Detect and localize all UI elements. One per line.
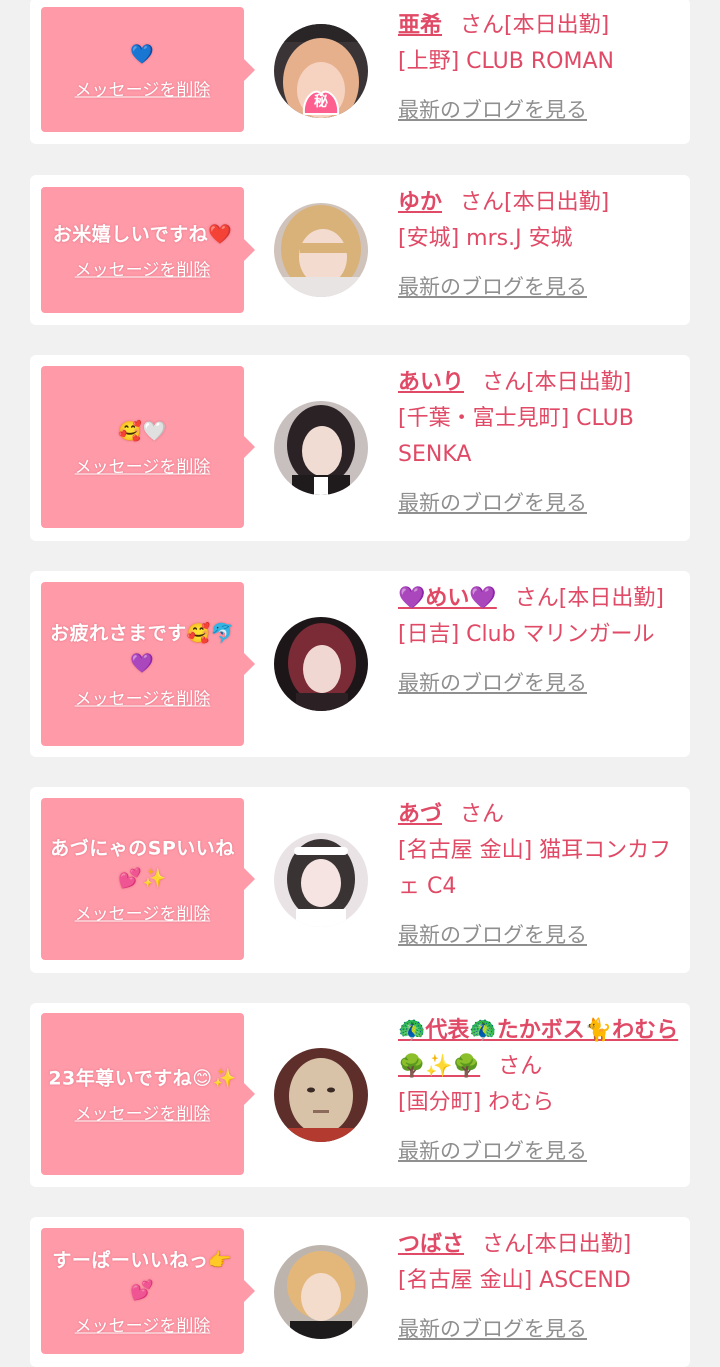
message-card: すーぱーいいねっ👉💕 メッセージを削除 つばさ さん[本日出勤] [名古屋 金山]… xyxy=(30,1217,690,1367)
cast-info: あづ さん [名古屋 金山] 猫耳コンカフェ C4 最新のブログを見る xyxy=(398,797,686,954)
delete-message-link[interactable]: メッセージを削除 xyxy=(75,685,211,710)
cast-name-link[interactable]: 💜めい💜 xyxy=(398,586,497,611)
message-card: 23年尊いですね😊✨ メッセージを削除 🦚代表🦚たかボス🐈わむら🌳✨🌳 さん [国… xyxy=(30,1003,690,1187)
cast-status: さん[本日出勤] xyxy=(460,190,610,215)
latest-blog-link[interactable]: 最新のブログを見る xyxy=(398,92,587,128)
message-bubble: 💙 メッセージを削除 xyxy=(41,7,255,132)
latest-blog-link[interactable]: 最新のブログを見る xyxy=(398,665,587,701)
avatar[interactable]: 秘 xyxy=(274,24,368,118)
cast-name-link[interactable]: 亜希 xyxy=(398,13,442,38)
cast-name-link[interactable]: ゆか xyxy=(398,190,442,215)
cast-status: さん[本日出勤] xyxy=(460,13,610,38)
avatar[interactable] xyxy=(274,1245,368,1339)
latest-blog-link[interactable]: 最新のブログを見る xyxy=(398,1133,587,1169)
latest-blog-link[interactable]: 最新のブログを見る xyxy=(398,1311,587,1347)
message-text: 🥰🤍 xyxy=(118,420,167,443)
shop-name: [安城] mrs.J 安城 xyxy=(398,226,573,251)
message-bubble: 🥰🤍 メッセージを削除 xyxy=(41,366,255,528)
message-card: お米嬉しいですね❤️ メッセージを削除 ゆか さん[本日出勤] [安城] mrs.… xyxy=(30,175,690,325)
cast-info: あいり さん[本日出勤] [千葉・富士見町] CLUB SENKA 最新のブログを… xyxy=(398,365,686,522)
cast-status: さん[本日出勤] xyxy=(482,1232,632,1257)
cast-name-link[interactable]: あいり xyxy=(398,370,464,395)
shop-name: [名古屋 金山] 猫耳コンカフェ C4 xyxy=(398,838,672,899)
message-text: あづにゃのSPいいね💕✨ xyxy=(50,837,235,890)
cast-status: さん[本日出勤] xyxy=(514,586,664,611)
message-card: 🥰🤍 メッセージを削除 あいり さん[本日出勤] [千葉・富士見町] CLUB S… xyxy=(30,355,690,541)
cast-info: 亜希 さん[本日出勤] [上野] CLUB ROMAN 最新のブログを見る xyxy=(398,8,686,129)
cast-name-link[interactable]: あづ xyxy=(398,802,442,827)
avatar[interactable] xyxy=(274,203,368,297)
cast-status: さん[本日出勤] xyxy=(482,370,632,395)
shop-name: [国分町] わむら xyxy=(398,1090,555,1115)
message-card: あづにゃのSPいいね💕✨ メッセージを削除 あづ さん [名古屋 金山] 猫耳コン… xyxy=(30,787,690,973)
message-bubble: お疲れさまです🥰🐬💜 メッセージを削除 xyxy=(41,582,255,746)
avatar[interactable] xyxy=(274,617,368,711)
delete-message-link[interactable]: メッセージを削除 xyxy=(75,1100,211,1125)
sticker-text: 秘 xyxy=(314,93,328,110)
message-text: 23年尊いですね😊✨ xyxy=(48,1067,237,1090)
message-text: お米嬉しいですね❤️ xyxy=(52,223,233,246)
delete-message-link[interactable]: メッセージを削除 xyxy=(75,256,211,281)
cast-info: ゆか さん[本日出勤] [安城] mrs.J 安城 最新のブログを見る xyxy=(398,185,686,306)
message-bubble: あづにゃのSPいいね💕✨ メッセージを削除 xyxy=(41,798,255,960)
avatar[interactable] xyxy=(274,833,368,927)
message-bubble: お米嬉しいですね❤️ メッセージを削除 xyxy=(41,187,255,313)
shop-name: [名古屋 金山] ASCEND xyxy=(398,1268,631,1293)
cast-info: 💜めい💜 さん[本日出勤] [日吉] Club マリンガール 最新のブログを見る xyxy=(398,581,686,702)
shop-name: [上野] CLUB ROMAN xyxy=(398,49,614,74)
cast-status: さん xyxy=(498,1054,543,1079)
cast-info: 🦚代表🦚たかボス🐈わむら🌳✨🌳 さん [国分町] わむら 最新のブログを見る xyxy=(398,1013,686,1170)
message-bubble: すーぱーいいねっ👉💕 メッセージを削除 xyxy=(41,1228,255,1354)
avatar[interactable] xyxy=(274,1048,368,1142)
message-bubble: 23年尊いですね😊✨ メッセージを削除 xyxy=(41,1013,255,1175)
message-text: 💙 xyxy=(130,43,155,65)
message-card: お疲れさまです🥰🐬💜 メッセージを削除 💜めい💜 さん[本日出勤] [日吉] Cl… xyxy=(30,571,690,757)
latest-blog-link[interactable]: 最新のブログを見る xyxy=(398,485,587,521)
latest-blog-link[interactable]: 最新のブログを見る xyxy=(398,917,587,953)
delete-message-link[interactable]: メッセージを削除 xyxy=(75,900,211,925)
cast-name-link[interactable]: つばさ xyxy=(398,1232,464,1257)
latest-blog-link[interactable]: 最新のブログを見る xyxy=(398,269,587,305)
message-card: 💙 メッセージを削除 秘 亜希 さん[本日出勤] [上野] CLUB ROMAN … xyxy=(30,0,690,144)
cast-status: さん xyxy=(460,802,505,827)
message-text: すーぱーいいねっ👉💕 xyxy=(52,1249,233,1302)
cast-info: つばさ さん[本日出勤] [名古屋 金山] ASCEND 最新のブログを見る xyxy=(398,1227,686,1348)
delete-message-link[interactable]: メッセージを削除 xyxy=(75,75,211,100)
shop-name: [日吉] Club マリンガール xyxy=(398,622,655,647)
message-text: お疲れさまです🥰🐬💜 xyxy=(50,622,235,675)
delete-message-link[interactable]: メッセージを削除 xyxy=(75,453,211,478)
delete-message-link[interactable]: メッセージを削除 xyxy=(75,1312,211,1337)
shop-name: [千葉・富士見町] CLUB SENKA xyxy=(398,406,634,467)
avatar[interactable] xyxy=(274,401,368,495)
